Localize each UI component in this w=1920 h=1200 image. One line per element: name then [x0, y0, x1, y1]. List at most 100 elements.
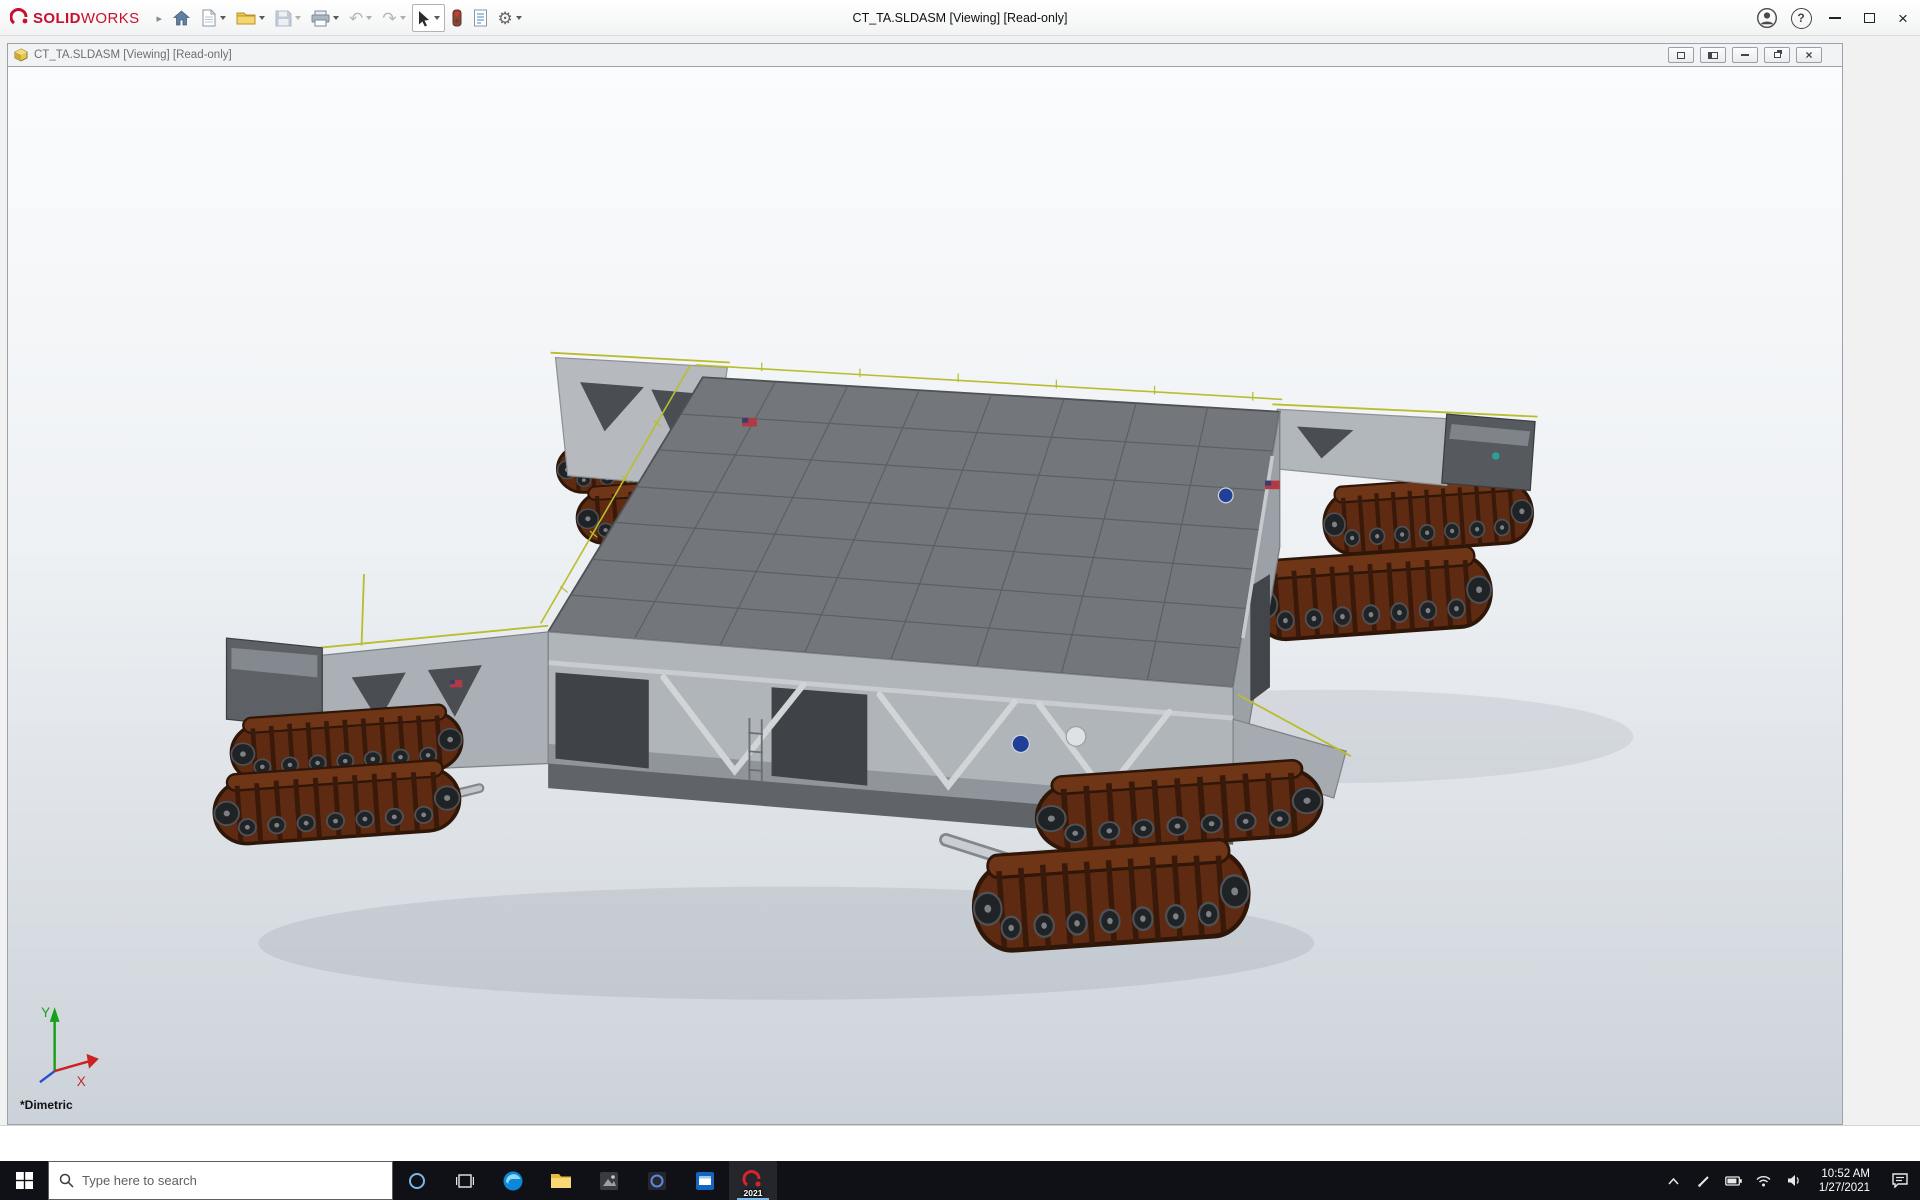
account-button[interactable] [1750, 0, 1784, 36]
y-axis-label: Y [41, 1005, 50, 1020]
single-viewport-icon [1677, 52, 1685, 59]
open-dropdown[interactable] [259, 16, 265, 20]
home-icon [172, 9, 191, 27]
select-dropdown[interactable] [434, 16, 440, 20]
doc-restore-button[interactable] [1764, 47, 1790, 63]
battery-tray-button[interactable] [1719, 1161, 1749, 1200]
volume-tray-button[interactable] [1779, 1161, 1809, 1200]
window-controls: ? × [1750, 0, 1920, 36]
select-arrow-icon [417, 10, 431, 27]
document-window-buttons: × [1668, 47, 1836, 63]
gear-icon: ⚙ [498, 10, 513, 27]
new-document-button[interactable] [197, 4, 230, 32]
window-app-icon [695, 1171, 715, 1191]
minimize-icon [1829, 17, 1841, 19]
cortana-button[interactable] [393, 1161, 441, 1200]
pen-tray-button[interactable] [1689, 1161, 1719, 1200]
redo-button[interactable]: ↷ [378, 4, 409, 32]
home-button[interactable] [168, 4, 195, 32]
action-center-icon [1892, 1173, 1908, 1188]
file-properties-button[interactable] [469, 4, 492, 32]
doc-close-button[interactable]: × [1796, 47, 1822, 63]
options-button[interactable]: ⚙ [494, 4, 526, 32]
graphics-viewport[interactable]: Y X *Dimetric [7, 66, 1843, 1125]
document-title: CT_TA.SLDASM [Viewing] [Read-only] [34, 49, 232, 61]
options-dropdown[interactable] [516, 16, 522, 20]
minimize-button[interactable] [1818, 0, 1852, 36]
undo-icon: ↶ [349, 10, 363, 27]
brand-name: SOLIDWORKS [33, 10, 140, 27]
front-left-tracks [212, 703, 464, 846]
select-tool-button[interactable] [412, 4, 445, 32]
doc-minimize-icon [1741, 54, 1749, 56]
photos-app-icon [599, 1171, 619, 1191]
solidworks-logo-icon [10, 8, 30, 28]
main-toolbar: SOLIDWORKS ▸ ↶ ↷ [0, 0, 1920, 36]
rebuild-icon [451, 9, 463, 27]
open-button[interactable] [232, 4, 269, 32]
help-icon: ? [1791, 8, 1812, 29]
windows-taskbar: 2021 10:52 AM 1/27/2021 [0, 1161, 1920, 1200]
print-button[interactable] [307, 4, 343, 32]
rear-right-tracks [1250, 473, 1534, 641]
app-button-3[interactable] [681, 1161, 729, 1200]
view-orientation-label: *Dimetric [20, 1098, 73, 1112]
cortana-icon [408, 1172, 426, 1190]
taskbar-search[interactable] [48, 1161, 393, 1200]
network-tray-button[interactable] [1749, 1161, 1779, 1200]
action-center-button[interactable] [1880, 1161, 1920, 1200]
user-account-icon [1756, 7, 1778, 29]
split-viewport-icon [1708, 52, 1718, 59]
save-dropdown[interactable] [295, 16, 301, 20]
assembly-document-icon [14, 48, 28, 62]
edge-button[interactable] [489, 1161, 537, 1200]
file-explorer-button[interactable] [537, 1161, 585, 1200]
doc-minimize-button[interactable] [1732, 47, 1758, 63]
redo-icon: ↷ [382, 10, 396, 27]
undo-dropdown[interactable] [366, 16, 372, 20]
rebuild-button[interactable] [447, 4, 467, 32]
print-icon [311, 10, 330, 27]
wifi-icon [1756, 1175, 1771, 1187]
new-document-icon [201, 9, 217, 27]
split-viewport-button[interactable] [1700, 47, 1726, 63]
x-axis-label: X [77, 1074, 86, 1089]
quick-access-toolbar: ↶ ↷ ⚙ [168, 3, 528, 33]
solidworks-taskbar-button[interactable]: 2021 [729, 1161, 777, 1200]
app-button-2[interactable] [633, 1161, 681, 1200]
solidworks-brand: SOLIDWORKS ▸ [10, 0, 162, 36]
menu-expand-icon[interactable]: ▸ [157, 12, 163, 25]
speaker-icon [1787, 1174, 1801, 1187]
chevron-up-icon [1667, 1176, 1680, 1186]
taskbar-clock[interactable]: 10:52 AM 1/27/2021 [1809, 1161, 1880, 1200]
task-view-button[interactable] [441, 1161, 489, 1200]
app-title: CT_TA.SLDASM [Viewing] [Read-only] [853, 0, 1068, 36]
undo-button[interactable]: ↶ [345, 4, 376, 32]
search-input[interactable] [82, 1173, 382, 1188]
search-icon [59, 1173, 74, 1188]
solidworks-version-badge: 2021 [744, 1188, 763, 1198]
open-folder-icon [236, 10, 256, 26]
doc-close-icon: × [1805, 49, 1812, 61]
status-bar [0, 1125, 1920, 1161]
pen-icon [1697, 1174, 1711, 1188]
tile-viewport-button[interactable] [1668, 47, 1694, 63]
edge-icon [502, 1170, 524, 1192]
doc-restore-icon [1774, 52, 1781, 58]
document-titlebar[interactable]: CT_TA.SLDASM [Viewing] [Read-only] × [7, 43, 1843, 67]
task-view-icon [456, 1173, 474, 1189]
print-dropdown[interactable] [333, 16, 339, 20]
close-button[interactable]: × [1886, 0, 1920, 36]
clock-date: 1/27/2021 [1819, 1181, 1870, 1195]
rear-right-arm [1270, 404, 1538, 490]
save-button[interactable] [271, 4, 305, 32]
app-button-1[interactable] [585, 1161, 633, 1200]
start-button[interactable] [0, 1161, 48, 1200]
redo-dropdown[interactable] [400, 16, 406, 20]
nasa-logo-decal [1218, 488, 1233, 503]
save-icon [275, 10, 292, 27]
tray-expand-button[interactable] [1659, 1161, 1689, 1200]
maximize-button[interactable] [1852, 0, 1886, 36]
new-document-dropdown[interactable] [220, 16, 226, 20]
help-button[interactable]: ? [1784, 0, 1818, 36]
